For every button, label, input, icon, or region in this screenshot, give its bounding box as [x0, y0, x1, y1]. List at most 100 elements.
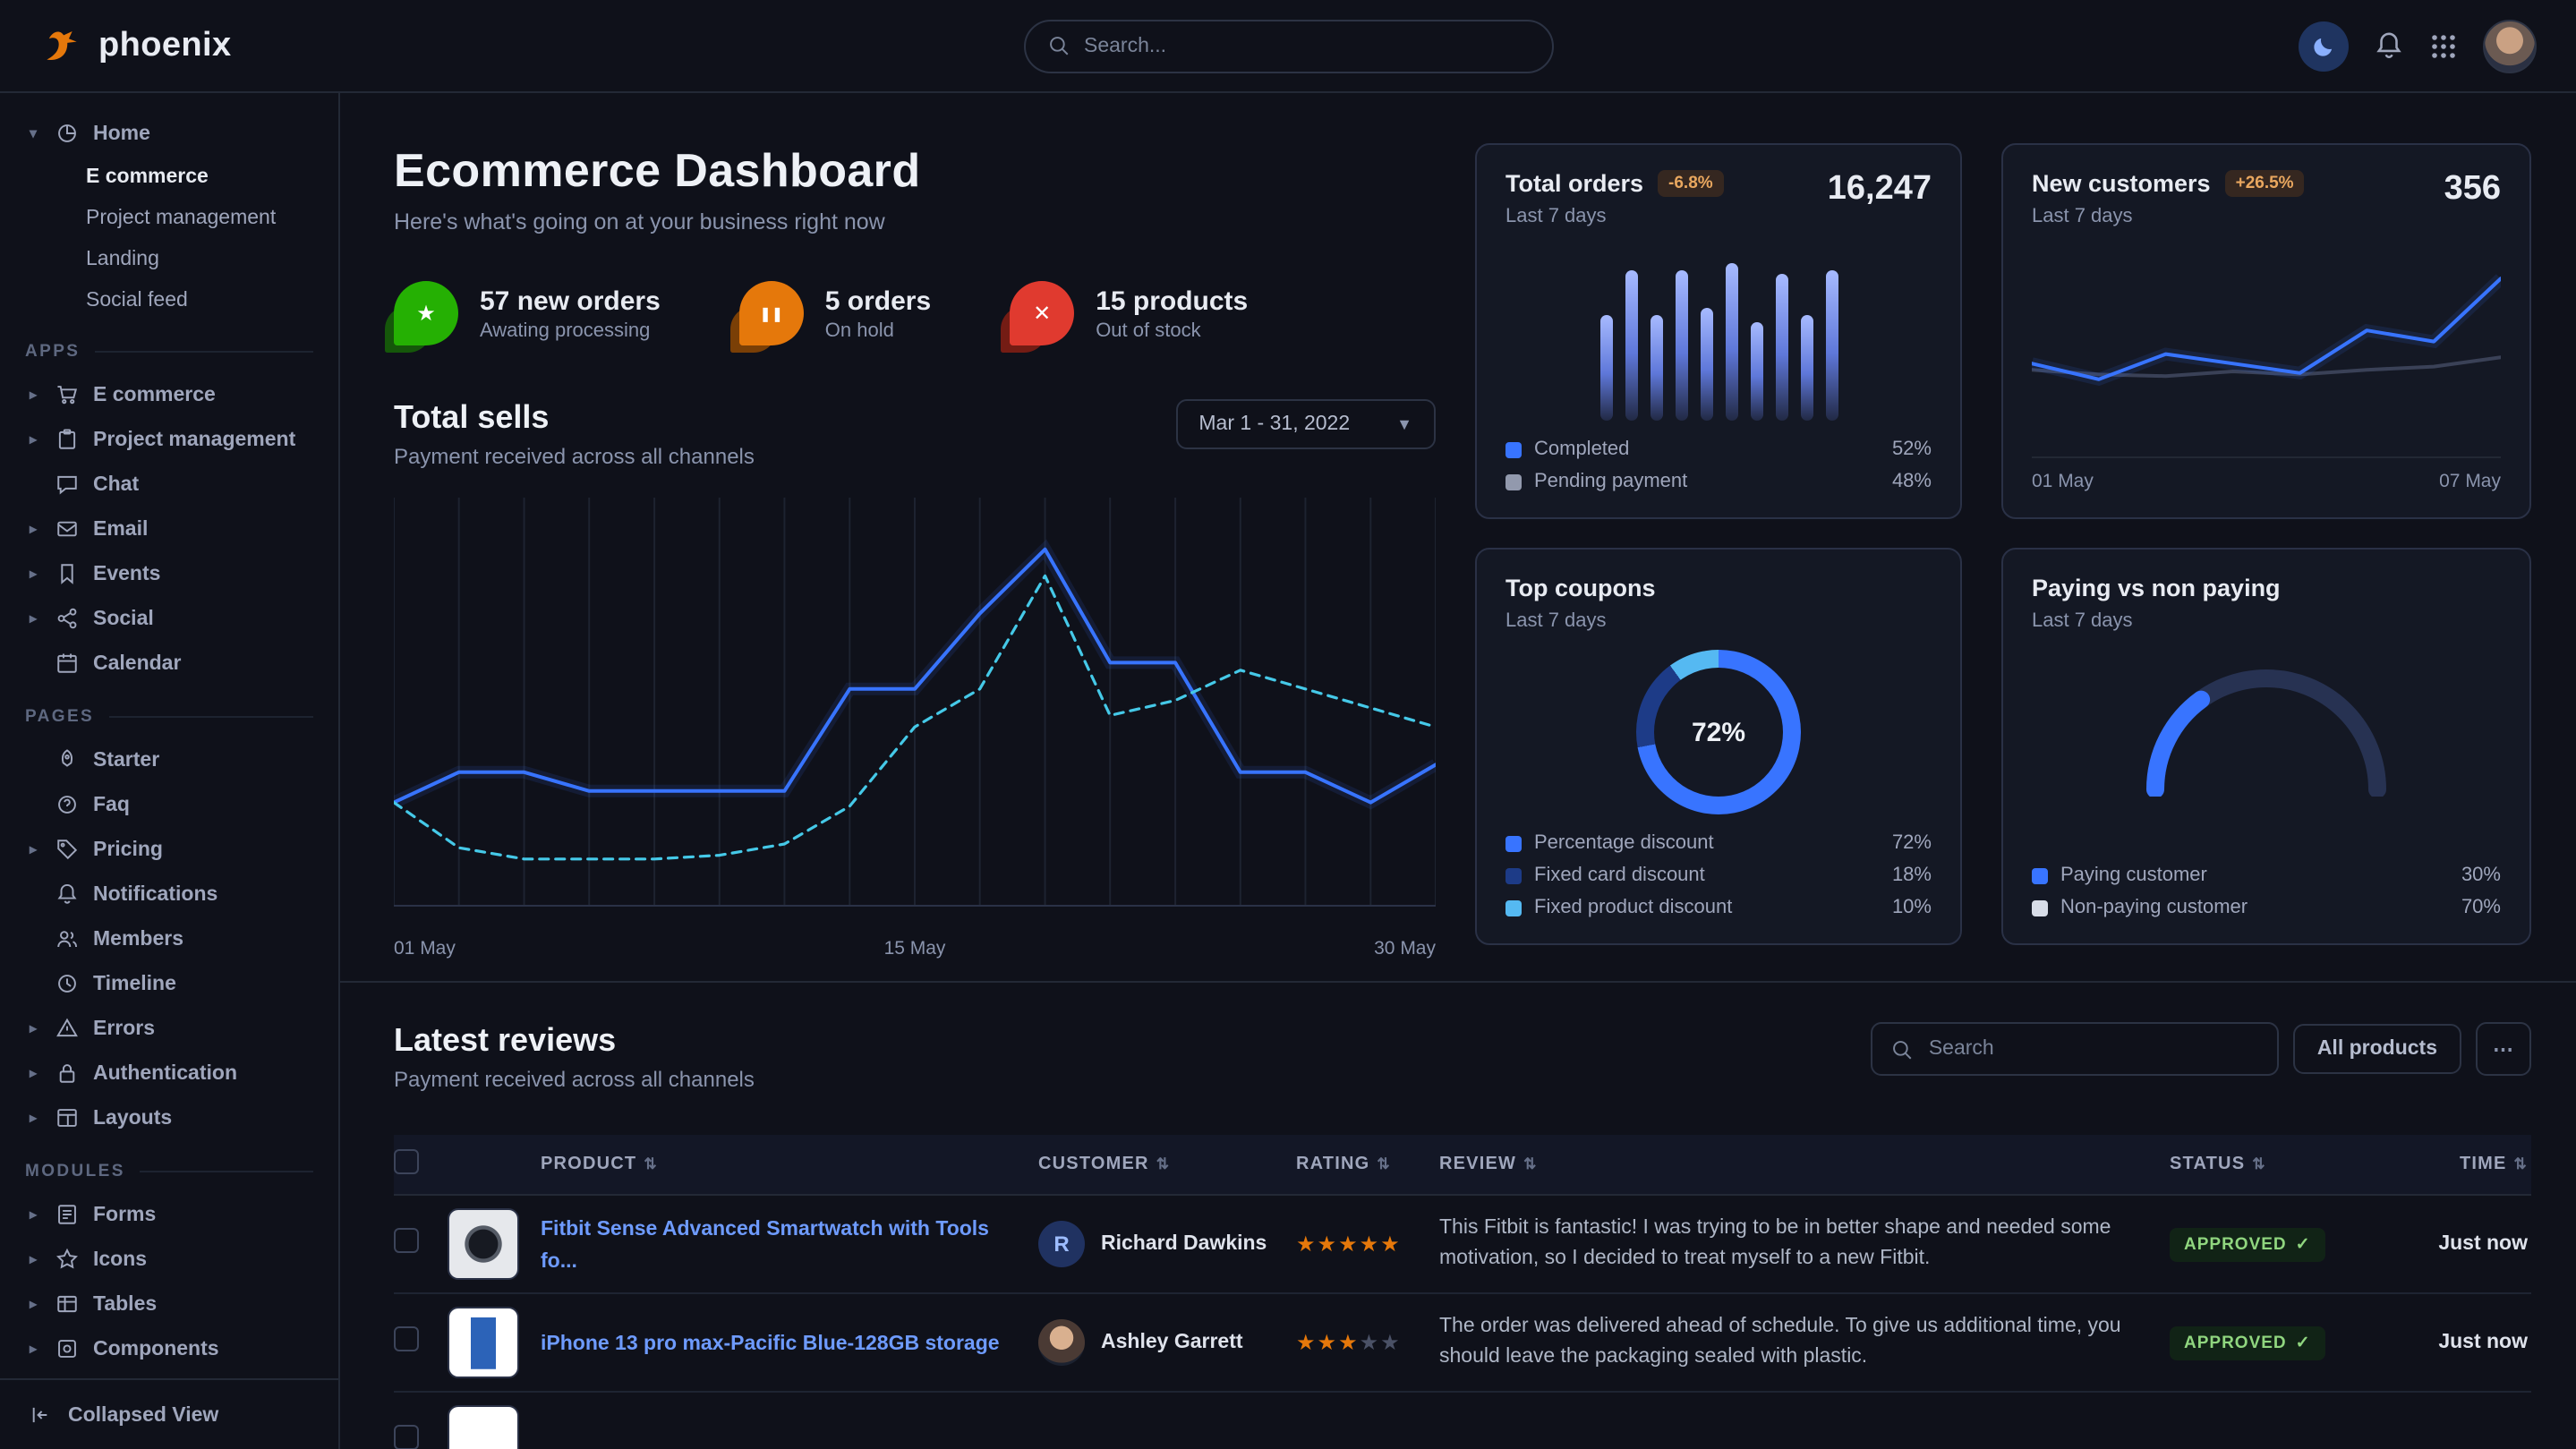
legend-value: 18%: [1892, 865, 1932, 886]
card-period: Last 7 days: [1506, 610, 1932, 632]
star-icon: [55, 1248, 79, 1271]
legend-swatch: [1506, 899, 1522, 916]
column-status[interactable]: STATUS⇅: [2170, 1155, 2386, 1174]
column-product[interactable]: PRODUCT⇅: [541, 1155, 1038, 1174]
sidebar-item-tables[interactable]: ▸Tables: [0, 1282, 338, 1326]
sidebar-item-pricing[interactable]: ▸Pricing: [0, 827, 338, 872]
sidebar-item-chat[interactable]: Chat: [0, 462, 338, 507]
main-content: Ecommerce Dashboard Here's what's going …: [340, 93, 2576, 1449]
product-thumbnail[interactable]: [448, 1307, 519, 1378]
row-checkbox[interactable]: [394, 1325, 419, 1351]
row-checkbox[interactable]: [394, 1227, 419, 1252]
sidebar-item-authentication[interactable]: ▸Authentication: [0, 1051, 338, 1095]
customers-x-axis: 01 May 07 May: [2032, 456, 2501, 492]
sidebar-item-starter[interactable]: Starter: [0, 737, 338, 782]
product-link[interactable]: iPhone 13 pro max-Pacific Blue-128GB sto…: [541, 1334, 1032, 1355]
sells-x-axis: 01 May 15 May 30 May: [394, 938, 1436, 959]
star-icon: ★: [394, 281, 458, 345]
sidebar-section-label: MODULES: [0, 1140, 338, 1192]
sidebar-subitem-e-commerce[interactable]: E commerce: [0, 156, 338, 197]
legend-label: Completed: [1534, 439, 1629, 460]
sidebar: ▾HomeE commerceProject managementLanding…: [0, 93, 340, 1449]
legend-label: Paying customer: [2060, 865, 2207, 886]
bar: [1675, 270, 1687, 421]
sidebar-item-calendar[interactable]: Calendar: [0, 641, 338, 686]
sidebar-item-home[interactable]: ▾Home: [0, 111, 338, 156]
orders-bar-chart: [1506, 227, 1932, 428]
column-customer[interactable]: CUSTOMER⇅: [1038, 1155, 1296, 1174]
legend-swatch: [1506, 441, 1522, 457]
sidebar-item-social[interactable]: ▸Social: [0, 596, 338, 641]
x-tick: 15 May: [884, 938, 946, 959]
product-thumbnail[interactable]: [448, 1405, 519, 1449]
top-navbar: phoenix: [0, 0, 2576, 93]
date-range-select[interactable]: Mar 1 - 31, 2022 ▼: [1175, 399, 1436, 449]
trend-badge: -6.8%: [1658, 170, 1724, 197]
sidebar-item-icons[interactable]: ▸Icons: [0, 1237, 338, 1282]
page-title: Ecommerce Dashboard: [394, 143, 1436, 199]
legend-item: Pending payment 48%: [1506, 471, 1932, 492]
sidebar-item-notifications[interactable]: Notifications: [0, 872, 338, 916]
legend-item: Completed 52%: [1506, 439, 1932, 460]
bar: [1825, 270, 1838, 421]
bell-icon: [2374, 30, 2404, 61]
product-thumbnail[interactable]: [448, 1208, 519, 1280]
row-checkbox[interactable]: [394, 1424, 419, 1449]
sidebar-item-email[interactable]: ▸Email: [0, 507, 338, 551]
sidebar-subitem-project-management[interactable]: Project management: [0, 197, 338, 238]
bar: [1725, 263, 1737, 421]
theme-toggle-button[interactable]: [2299, 21, 2349, 71]
sidebar-item-errors[interactable]: ▸Errors: [0, 1006, 338, 1051]
apps-menu-button[interactable]: [2429, 31, 2458, 60]
new-customers-chart: [2032, 227, 2501, 449]
total-orders-value: 16,247: [1828, 170, 1932, 209]
phoenix-logo-icon: [39, 23, 84, 68]
sidebar-item-forms[interactable]: ▸Forms: [0, 1192, 338, 1237]
x-tick: 01 May: [394, 938, 456, 959]
collapse-view-button[interactable]: Collapsed View: [0, 1378, 338, 1449]
customer-cell[interactable]: Ashley Garrett: [1038, 1319, 1296, 1366]
grid-icon: [2429, 31, 2458, 60]
reviews-search-input[interactable]: [1929, 1038, 2260, 1060]
sidebar-subitem-social-feed[interactable]: Social feed: [0, 279, 338, 320]
pie-icon: [55, 122, 79, 145]
sidebar-subitem-landing[interactable]: Landing: [0, 238, 338, 279]
sidebar-item-e-commerce[interactable]: ▸E commerce: [0, 372, 338, 417]
sidebar-item-project-management[interactable]: ▸Project management: [0, 417, 338, 462]
sidebar-item-timeline[interactable]: Timeline: [0, 961, 338, 1006]
collapse-view-label: Collapsed View: [68, 1404, 218, 1426]
notifications-button[interactable]: [2374, 30, 2404, 61]
column-time[interactable]: TIME⇅: [2386, 1155, 2531, 1174]
stat-label: On hold: [825, 320, 931, 341]
table-row: Fitbit Sense Advanced Smartwatch with To…: [394, 1196, 2531, 1294]
select-all-checkbox[interactable]: [394, 1149, 419, 1174]
sort-icon: ⇅: [2252, 1155, 2265, 1174]
sidebar-item-components[interactable]: ▸Components: [0, 1326, 338, 1371]
table-icon: [55, 1292, 79, 1316]
customer-cell[interactable]: RRichard Dawkins: [1038, 1221, 1296, 1267]
sidebar-item-layouts[interactable]: ▸Layouts: [0, 1095, 338, 1140]
mail-icon: [55, 517, 79, 541]
brand[interactable]: phoenix: [39, 23, 232, 68]
x-icon: ✕: [1010, 281, 1074, 345]
column-review[interactable]: REVIEW⇅: [1439, 1155, 2170, 1174]
total-sells-chart: 01 May 15 May 30 May: [394, 498, 1436, 959]
more-options-button[interactable]: ⋯: [2475, 1022, 2531, 1076]
column-rating[interactable]: RATING⇅: [1296, 1155, 1439, 1174]
all-products-button[interactable]: All products: [2294, 1024, 2461, 1074]
legend-swatch: [1506, 867, 1522, 883]
new-customers-value: 356: [2444, 170, 2501, 209]
legend-value: 70%: [2461, 897, 2501, 918]
sidebar-item-members[interactable]: Members: [0, 916, 338, 961]
search-input[interactable]: [1084, 35, 1530, 56]
sort-icon: ⇅: [644, 1155, 657, 1174]
sidebar-item-faq[interactable]: Faq: [0, 782, 338, 827]
legend-item: Percentage discount72%: [1506, 832, 1932, 854]
user-avatar[interactable]: [2483, 19, 2537, 72]
status-badge: APPROVED ✓: [2170, 1228, 2325, 1262]
card-period: Last 7 days: [2032, 610, 2501, 632]
product-link[interactable]: Fitbit Sense Advanced Smartwatch with To…: [541, 1219, 989, 1273]
sort-icon: ⇅: [1156, 1155, 1170, 1174]
review-text: This Fitbit is fantastic! I was trying t…: [1439, 1214, 2170, 1275]
sidebar-item-events[interactable]: ▸Events: [0, 551, 338, 596]
